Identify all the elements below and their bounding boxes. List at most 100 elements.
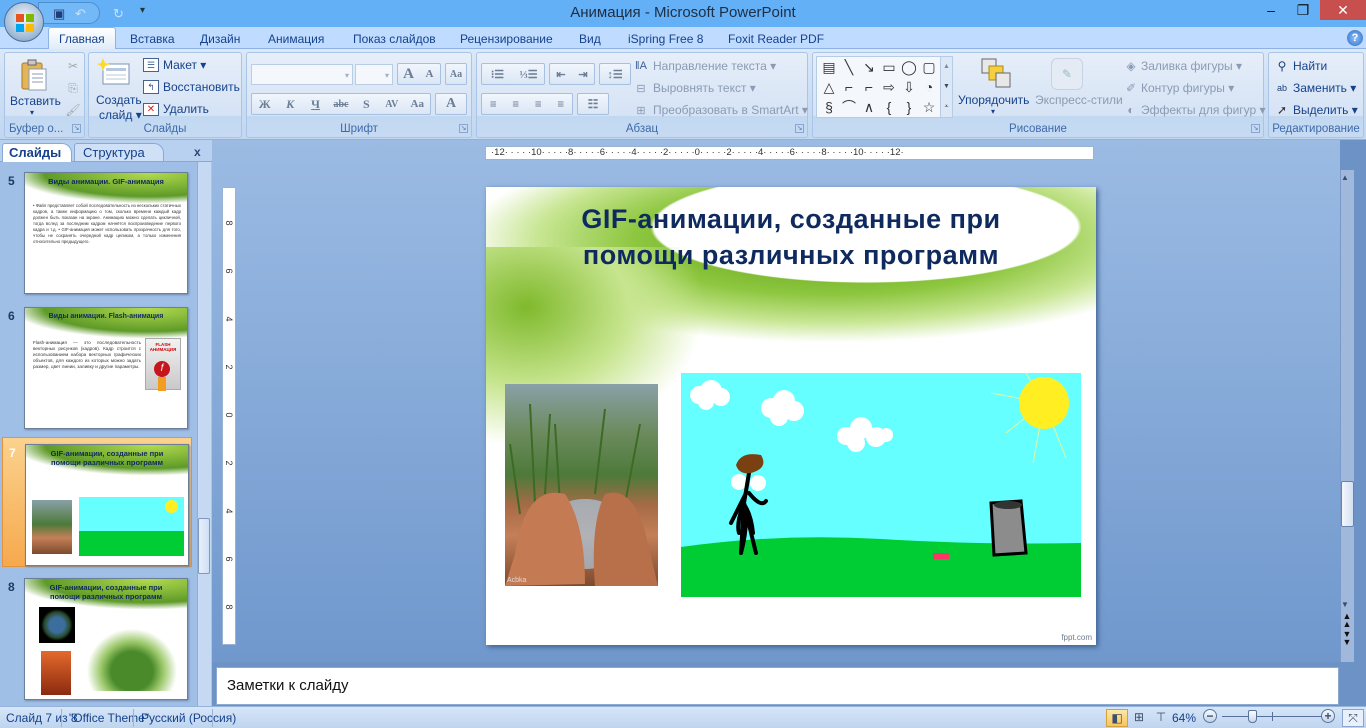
numbering-button[interactable]: ⅓☰ [513, 68, 544, 81]
shape-effects-icon[interactable]: ◐ [1123, 103, 1139, 117]
shape-gallery-item[interactable]: ▢ [920, 58, 938, 76]
stickman-animation-image[interactable] [681, 373, 1081, 597]
tab-animation[interactable]: Анимация [258, 30, 334, 49]
paste-icon[interactable] [19, 58, 49, 92]
shape-outline-button[interactable]: Контур фигуры ▾ [1141, 81, 1234, 95]
new-slide-button[interactable]: Создать [96, 93, 142, 107]
shape-outline-icon[interactable]: ✐ [1123, 81, 1139, 95]
previous-slide-button[interactable]: ▲ ▲ [1340, 612, 1354, 629]
tab-home[interactable]: Главная [48, 27, 116, 50]
shape-gallery-item[interactable]: § [820, 98, 838, 116]
layout-button[interactable]: Макет ▾ [163, 58, 206, 72]
shape-gallery-item[interactable]: ◯ [900, 58, 918, 76]
paragraph-launcher-icon[interactable]: ↘ [795, 124, 804, 133]
arrange-icon[interactable] [979, 56, 1013, 90]
align-text-button[interactable]: Выровнять текст ▾ [653, 81, 756, 95]
select-cursor-icon[interactable]: ➚ [1274, 102, 1290, 118]
zoom-out-button[interactable]: − [1203, 709, 1217, 723]
paste-dropdown-icon[interactable]: ▾ [30, 108, 34, 117]
delete-button[interactable]: Удалить [163, 102, 209, 116]
tab-insert[interactable]: Вставка [120, 30, 185, 49]
text-direction-icon[interactable]: ‖A [633, 58, 649, 74]
new-slide-dropdown[interactable]: слайд ▾ [99, 108, 142, 122]
shape-effects-button[interactable]: Эффекты для фигур ▾ [1141, 103, 1266, 117]
align-text-icon[interactable]: ⊟ [633, 80, 649, 96]
increase-indent-button[interactable]: ⇥ [572, 68, 594, 81]
thumbnails-scrollbar[interactable] [197, 162, 211, 706]
shape-gallery-item[interactable]: ╲ [840, 58, 858, 76]
slide-thumbnail-7[interactable]: 7 GIF-анимации, созданные при помощи раз… [2, 437, 192, 567]
decrease-indent-button[interactable]: ⇤ [550, 68, 572, 81]
theme-name[interactable]: "Office Theme" [69, 711, 149, 725]
tab-foxit[interactable]: Foxit Reader PDF [718, 30, 834, 49]
slide-thumbnail-5[interactable]: 5 Виды анимации. GIF-анимация • Файл пре… [2, 166, 192, 296]
gallery-more-icon[interactable]: ⩡ [941, 97, 952, 117]
paste-button[interactable]: Вставить [10, 94, 61, 108]
tab-design[interactable]: Дизайн [190, 30, 250, 49]
strikethrough-button[interactable]: abc [328, 99, 353, 110]
reset-button[interactable]: Восстановить [163, 80, 240, 94]
quick-styles-button[interactable]: Экспресс-стили [1035, 93, 1123, 107]
notes-pane[interactable]: Заметки к слайду [216, 667, 1339, 705]
font-size-combo[interactable]: ▾ [355, 64, 393, 85]
align-center-button[interactable]: ≡ [505, 97, 528, 112]
smartart-icon[interactable]: ⊞ [633, 102, 649, 118]
shape-gallery-item[interactable]: { [880, 98, 898, 116]
slide-scroll-thumb[interactable] [1341, 481, 1354, 527]
close-button[interactable]: ✕ [1320, 0, 1366, 20]
shadow-button[interactable]: S [354, 97, 379, 112]
shape-gallery-item[interactable]: ⇨ [880, 78, 898, 96]
copy-icon[interactable]: ⎘ [65, 80, 81, 96]
character-spacing-button[interactable]: AV [379, 99, 404, 110]
select-button[interactable]: Выделить ▾ [1293, 103, 1358, 117]
zoom-slider-thumb[interactable] [1247, 710, 1257, 723]
slide-canvas[interactable]: GIF-анимации, созданные при помощи разли… [486, 187, 1096, 645]
water-in-hands-image[interactable]: Acbka [505, 384, 658, 586]
shape-gallery-item[interactable]: ⇩ [900, 78, 918, 96]
drawing-launcher-icon[interactable]: ↘ [1251, 124, 1260, 133]
next-slide-button[interactable]: ▼ ▼ [1340, 630, 1354, 647]
smartart-button[interactable]: Преобразовать в SmartArt ▾ [653, 103, 808, 117]
restore-button[interactable]: ❐ [1288, 0, 1318, 20]
fit-to-window-button[interactable]: ⤧ [1342, 709, 1364, 727]
align-right-button[interactable]: ≡ [527, 97, 550, 112]
quick-styles-icon[interactable]: ✎ [1051, 58, 1083, 90]
gallery-down-icon[interactable]: ▼ [941, 77, 952, 97]
slide-sorter-button[interactable]: ⊞ [1128, 709, 1150, 727]
font-name-combo[interactable]: ▾ [251, 64, 353, 85]
italic-button[interactable]: К [277, 97, 302, 112]
font-color-button[interactable]: A [435, 93, 467, 115]
replace-icon[interactable]: ab [1274, 80, 1290, 96]
tab-review[interactable]: Рецензирование [450, 30, 563, 49]
normal-view-button[interactable]: ◧ [1106, 709, 1128, 727]
font-launcher-icon[interactable]: ↘ [459, 124, 468, 133]
zoom-in-button[interactable]: + [1321, 709, 1335, 723]
grow-font-button[interactable]: A [398, 66, 419, 83]
shape-gallery-item[interactable]: ▭ [880, 58, 898, 76]
shrink-font-button[interactable]: A [419, 68, 440, 80]
office-button[interactable] [4, 2, 44, 42]
tab-outline[interactable]: Структура [74, 143, 164, 161]
clear-formatting-button[interactable]: Aa [445, 63, 467, 85]
slide-scrollbar[interactable] [1340, 170, 1354, 662]
help-icon[interactable]: ? [1347, 30, 1363, 46]
tab-slides[interactable]: Слайды [2, 143, 72, 162]
shapes-gallery-scroll[interactable]: ▲ ▼ ⩡ [940, 56, 953, 118]
find-button[interactable]: Найти [1293, 59, 1327, 73]
replace-button[interactable]: Заменить ▾ [1293, 81, 1356, 95]
zoom-level[interactable]: 64% [1172, 711, 1196, 725]
tab-view[interactable]: Вид [569, 30, 611, 49]
close-pane-icon[interactable]: x [194, 145, 201, 159]
slide-title[interactable]: GIF-анимации, созданные при помощи разли… [486, 201, 1096, 273]
find-icon[interactable]: ⚲ [1274, 58, 1290, 74]
columns-button[interactable]: ☷ [577, 93, 609, 115]
shape-gallery-item[interactable]: ▤ [820, 58, 838, 76]
shape-gallery-item[interactable]: ↘ [860, 58, 878, 76]
shape-fill-button[interactable]: Заливка фигуры ▾ [1141, 59, 1242, 73]
shape-gallery-item[interactable]: ⌐ [860, 78, 878, 96]
tab-slideshow[interactable]: Показ слайдов [343, 30, 446, 49]
shape-gallery-item[interactable]: ⌐ [840, 78, 858, 96]
reset-icon[interactable]: ↰ [143, 80, 159, 94]
slideshow-button[interactable]: ⊤ [1150, 709, 1172, 727]
shape-gallery-item[interactable]: ☆ [920, 98, 938, 116]
